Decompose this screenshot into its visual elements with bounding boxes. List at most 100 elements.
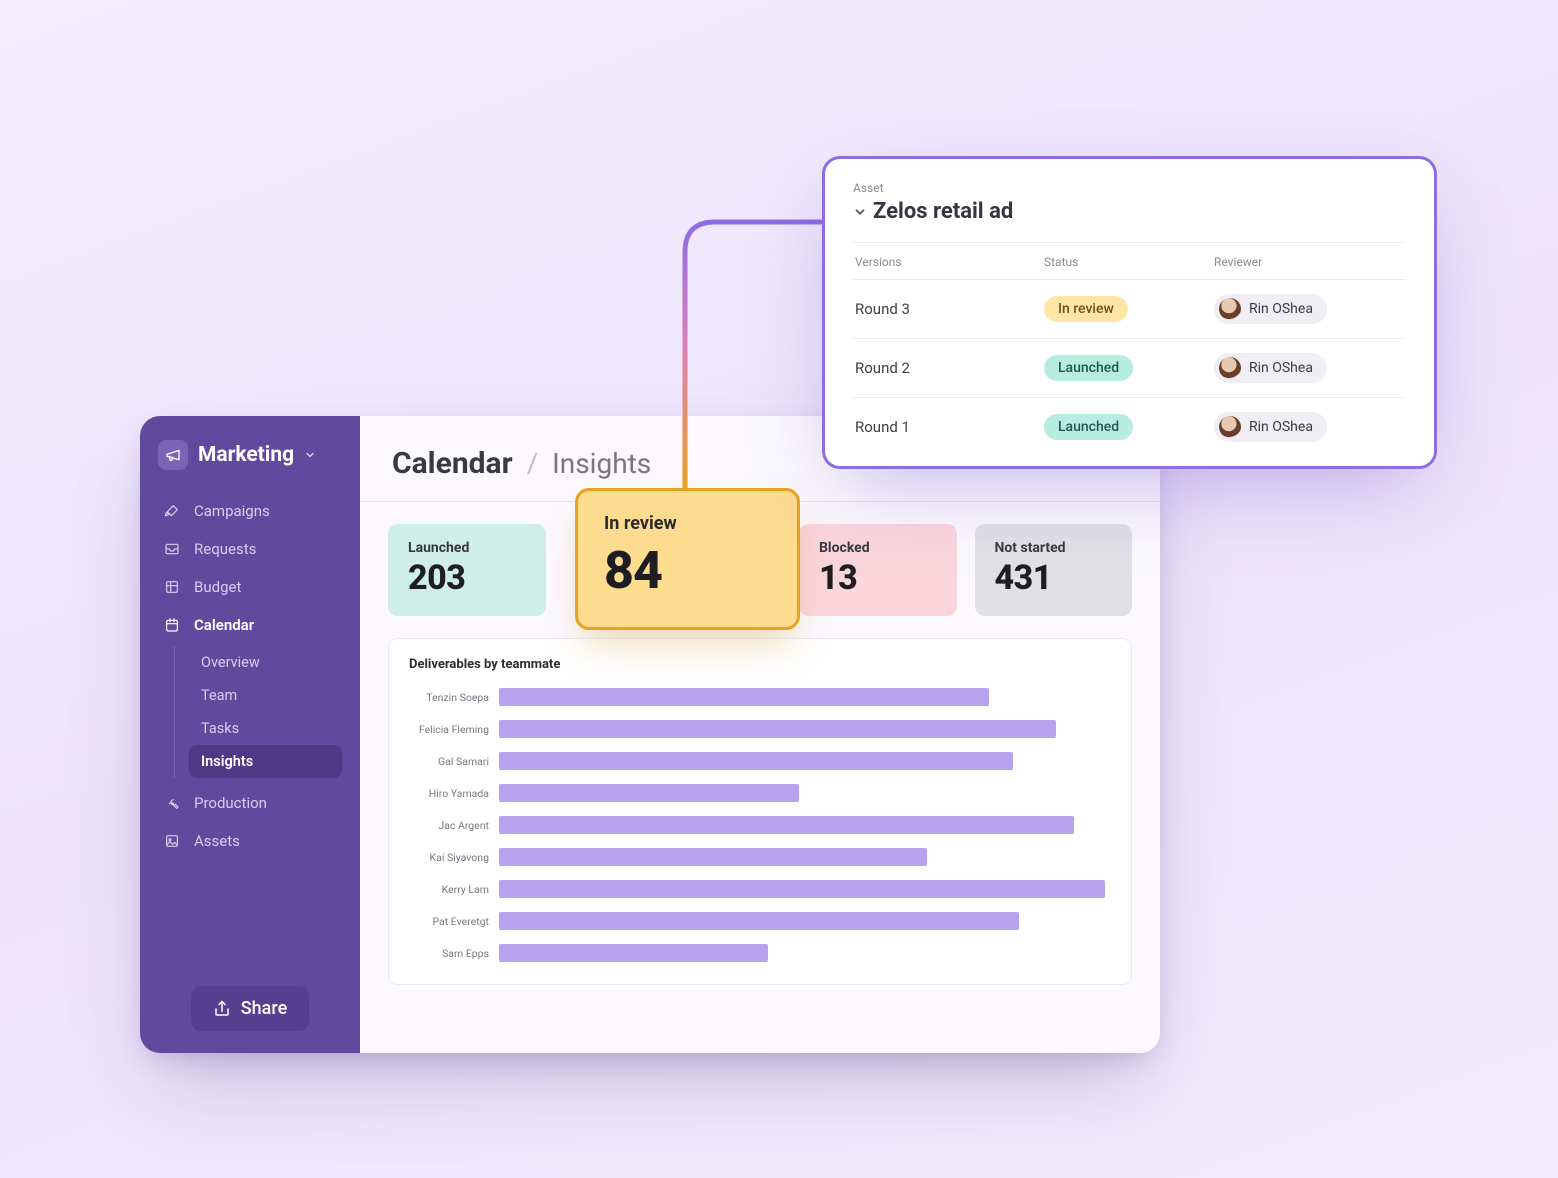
status-badge: In review: [1044, 296, 1128, 322]
workspace-name: Marketing: [198, 443, 294, 467]
chart-bar-fill: [499, 720, 1056, 738]
reviewer-chip[interactable]: Rin OShea: [1214, 294, 1327, 324]
sidebar-item-calendar[interactable]: Calendar: [158, 606, 342, 644]
breadcrumb-root[interactable]: Calendar: [392, 446, 513, 481]
sidebar-item-label: Calendar: [194, 616, 254, 634]
deliverables-chart: Deliverables by teammate Tenzin SoepaFel…: [388, 638, 1132, 985]
reviewer-chip[interactable]: Rin OShea: [1214, 412, 1327, 442]
subnav-item-insights[interactable]: Insights: [189, 745, 342, 778]
chart-bar-row: Gal Samari: [409, 750, 1111, 772]
chart-bar-track: [499, 816, 1111, 834]
chart-bar-track: [499, 784, 1111, 802]
subnav-label: Insights: [201, 753, 253, 770]
chart-bar-track: [499, 880, 1111, 898]
status-badge: Launched: [1044, 414, 1133, 440]
subnav-item-tasks[interactable]: Tasks: [189, 712, 342, 745]
share-button-label: Share: [241, 998, 287, 1019]
chart-bar-row: Kai Siyavong: [409, 846, 1111, 868]
avatar: [1219, 416, 1241, 438]
stat-label: Blocked: [819, 540, 937, 556]
calendar-icon: [164, 617, 182, 633]
stat-card-in-review[interactable]: In review 84: [575, 488, 800, 630]
col-header-reviewer: Reviewer: [1214, 255, 1404, 269]
asset-table-body: Round 3In reviewRin OSheaRound 2Launched…: [853, 279, 1406, 456]
stat-label: In review: [604, 513, 771, 534]
chart-bar-row: Felicia Fleming: [409, 718, 1111, 740]
chart-bar-row: Hiro Yamada: [409, 782, 1111, 804]
asset-table-row[interactable]: Round 2Launched Rin OShea: [853, 338, 1406, 397]
sidebar-item-label: Production: [194, 794, 267, 812]
avatar: [1219, 357, 1241, 379]
chart-bar-label: Felicia Fleming: [409, 723, 499, 736]
chart-bar-label: Sam Epps: [409, 947, 499, 960]
asset-version: Round 2: [855, 359, 1044, 377]
sidebar-item-budget[interactable]: Budget: [158, 568, 342, 606]
chart-bar-fill: [499, 880, 1105, 898]
subnav-item-team[interactable]: Team: [189, 679, 342, 712]
subnav-label: Team: [201, 687, 237, 704]
chart-bar-fill: [499, 944, 768, 962]
asset-version: Round 1: [855, 418, 1044, 436]
stat-card-blocked[interactable]: Blocked 13: [799, 524, 957, 616]
stat-value: 203: [408, 558, 526, 598]
chart-bar-track: [499, 944, 1111, 962]
rocket-icon: [164, 503, 182, 519]
breadcrumb-separator: /: [527, 447, 539, 480]
sidebar-item-label: Requests: [194, 540, 256, 558]
sidebar-item-label: Budget: [194, 578, 241, 596]
col-header-versions: Versions: [855, 255, 1044, 269]
chart-bars-container: Tenzin Soepa Felicia Fleming Gal Samari Hir…: [409, 686, 1111, 964]
sidebar-item-assets[interactable]: Assets: [158, 822, 342, 860]
stat-card-not-started[interactable]: Not started 431: [975, 524, 1133, 616]
asset-title: Zelos retail ad: [873, 199, 1013, 224]
asset-title-toggle[interactable]: Zelos retail ad: [853, 199, 1406, 224]
subnav-item-overview[interactable]: Overview: [189, 646, 342, 679]
reviewer-name: Rin OShea: [1249, 419, 1313, 435]
chart-bar-row: Jac Argent: [409, 814, 1111, 836]
chart-bar-row: Tenzin Soepa: [409, 686, 1111, 708]
subnav-label: Tasks: [201, 720, 239, 737]
sidebar-subnav-calendar: Overview Team Tasks Insights: [174, 646, 342, 778]
asset-table-header: Versions Status Reviewer: [853, 242, 1406, 279]
stat-label: Not started: [995, 540, 1113, 556]
chart-bar-fill: [499, 816, 1074, 834]
chart-bar-track: [499, 752, 1111, 770]
chart-bar-row: Pat Everetgt: [409, 910, 1111, 932]
megaphone-icon: [158, 440, 188, 470]
chart-bar-fill: [499, 848, 927, 866]
chart-bar-label: Gal Samari: [409, 755, 499, 768]
sidebar-item-campaigns[interactable]: Campaigns: [158, 492, 342, 530]
stat-card-launched[interactable]: Launched 203: [388, 524, 546, 616]
sidebar-item-production[interactable]: Production: [158, 784, 342, 822]
avatar: [1219, 298, 1241, 320]
share-button[interactable]: Share: [191, 986, 309, 1031]
asset-version: Round 3: [855, 300, 1044, 318]
asset-table-row[interactable]: Round 3In review Rin OShea: [853, 279, 1406, 338]
chart-bar-label: Pat Everetgt: [409, 915, 499, 928]
chart-bar-fill: [499, 752, 1013, 770]
chart-bar-track: [499, 688, 1111, 706]
status-badge: Launched: [1044, 355, 1133, 381]
asset-detail-panel: Asset Zelos retail ad Versions Status Re…: [822, 156, 1437, 469]
wrench-icon: [164, 795, 182, 811]
share-icon: [213, 1000, 231, 1018]
asset-table-row[interactable]: Round 1Launched Rin OShea: [853, 397, 1406, 456]
chart-bar-row: Sam Epps: [409, 942, 1111, 964]
stat-value: 13: [819, 558, 937, 598]
chart-bar-fill: [499, 912, 1019, 930]
subnav-label: Overview: [201, 654, 260, 671]
stat-value: 431: [995, 558, 1113, 598]
chart-bar-row: Kerry Lam: [409, 878, 1111, 900]
sidebar-item-requests[interactable]: Requests: [158, 530, 342, 568]
reviewer-name: Rin OShea: [1249, 360, 1313, 376]
stat-value: 84: [604, 540, 771, 601]
image-icon: [164, 833, 182, 849]
sidebar-item-label: Campaigns: [194, 502, 270, 520]
sidebar-item-label: Assets: [194, 832, 240, 850]
chart-bar-track: [499, 848, 1111, 866]
reviewer-chip[interactable]: Rin OShea: [1214, 353, 1327, 383]
workspace-switcher[interactable]: Marketing: [158, 440, 342, 470]
sidebar: Marketing Campaigns Requests Budget Cale…: [140, 416, 360, 1053]
chart-bar-fill: [499, 688, 989, 706]
chart-bar-label: Tenzin Soepa: [409, 691, 499, 704]
